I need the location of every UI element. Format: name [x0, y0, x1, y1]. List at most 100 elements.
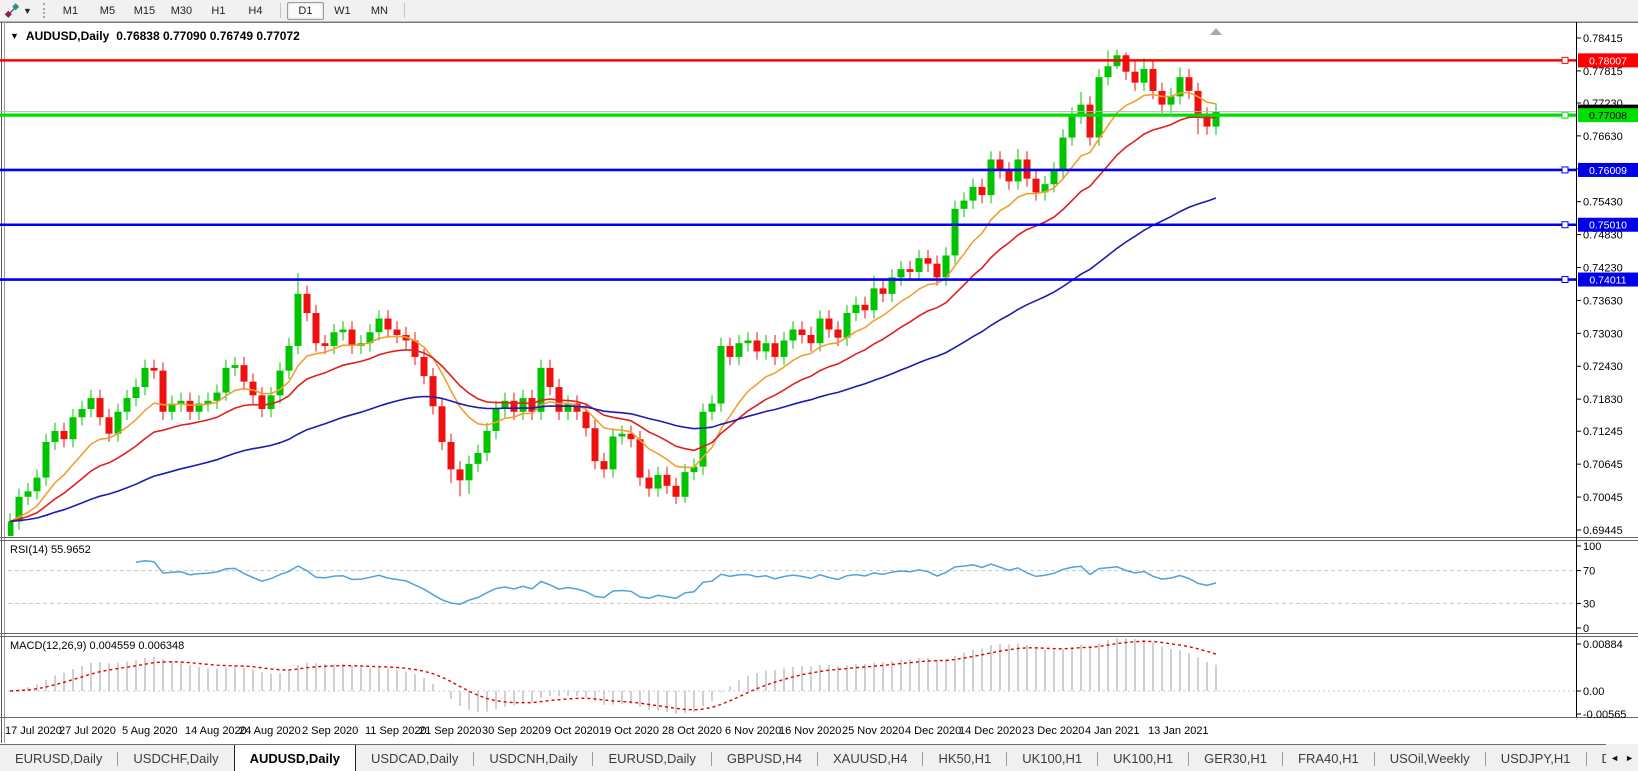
svg-text:0.72430: 0.72430: [1583, 361, 1623, 373]
svg-text:0.75430: 0.75430: [1583, 197, 1623, 209]
tab-ger30-h1[interactable]: GER30,H1: [1189, 745, 1282, 771]
svg-text:21 Sep 2020: 21 Sep 2020: [419, 725, 481, 737]
tab-usdchf-daily[interactable]: USDCHF,Daily: [118, 745, 233, 771]
chart-title: ▼ AUDUSD,Daily 0.76838 0.77090 0.76749 0…: [10, 29, 300, 43]
svg-text:0.77008: 0.77008: [1589, 110, 1627, 122]
svg-text:4 Dec 2020: 4 Dec 2020: [905, 725, 961, 737]
macd-pane: 0.00884 0.00 -0.00565: [8, 638, 1626, 721]
svg-text:0.71830: 0.71830: [1583, 394, 1623, 406]
tab-eurusd-daily[interactable]: EURUSD,Daily: [593, 745, 710, 771]
svg-text:23 Dec 2020: 23 Dec 2020: [1022, 725, 1084, 737]
hlines-layer[interactable]: [0, 56, 1576, 284]
tab-uk100-h1[interactable]: UK100,H1: [1098, 745, 1188, 771]
tab-fra40-h1[interactable]: FRA40,H1: [1283, 745, 1374, 771]
svg-text:0.69445: 0.69445: [1583, 525, 1623, 537]
svg-text:24 Aug 2020: 24 Aug 2020: [239, 725, 301, 737]
price-tags: 0.770720.780070.770080.760090.750100.740…: [1578, 53, 1638, 287]
svg-text:70: 70: [1583, 566, 1595, 578]
svg-text:0: 0: [1583, 623, 1589, 635]
rsi-pane: 100 70 30 0: [8, 541, 1601, 635]
hline-handle[interactable]: [1561, 111, 1569, 119]
svg-text:0.73030: 0.73030: [1583, 328, 1623, 340]
chart-objects-button[interactable]: ▼: [0, 2, 36, 19]
main-plot[interactable]: [7, 49, 1220, 546]
trading-app-window: ▼ M1 M5 M15 M30 H1 H4 D1 W1 MN 0.78415 0.77815 0.7…: [0, 0, 1638, 771]
timeframe-h1-button[interactable]: H1: [200, 2, 237, 20]
timeframe-d1-button[interactable]: D1: [286, 1, 324, 20]
svg-text:0.70645: 0.70645: [1583, 459, 1623, 471]
svg-text:27 Jul 2020: 27 Jul 2020: [59, 725, 116, 737]
svg-text:30 Sep 2020: 30 Sep 2020: [482, 725, 544, 737]
tab-usoil-weekly[interactable]: USOil,Weekly: [1375, 745, 1485, 771]
svg-text:0.74011: 0.74011: [1589, 275, 1626, 287]
svg-text:5 Aug 2020: 5 Aug 2020: [122, 725, 178, 737]
svg-text:0.76630: 0.76630: [1583, 131, 1623, 143]
toolbar-separator: [403, 3, 405, 18]
svg-text:0.00: 0.00: [1583, 686, 1604, 698]
tab-audusd-daily[interactable]: AUDUSD,Daily: [233, 745, 356, 771]
svg-text:4 Jan 2021: 4 Jan 2021: [1085, 725, 1139, 737]
chart-ohlc-values: 0.76838 0.77090 0.76749 0.77072: [116, 29, 300, 43]
svg-text:25 Nov 2020: 25 Nov 2020: [842, 725, 904, 737]
svg-text:0.75010: 0.75010: [1589, 220, 1627, 232]
svg-text:0.70045: 0.70045: [1583, 492, 1623, 504]
svg-text:100: 100: [1583, 541, 1601, 553]
tab-usdcad-daily[interactable]: USDCAD,Daily: [356, 745, 473, 771]
tab-usdjpy-h1[interactable]: USDJPY,H1: [1486, 745, 1586, 771]
chart-objects-icon: [4, 2, 20, 18]
svg-text:19 Oct 2020: 19 Oct 2020: [599, 725, 659, 737]
svg-text:16 Nov 2020: 16 Nov 2020: [779, 725, 841, 737]
candles-layer: [8, 49, 1220, 536]
tab-hk50-h1[interactable]: HK50,H1: [923, 745, 1006, 771]
timeframe-mn-button[interactable]: MN: [361, 2, 398, 20]
chart-shift-marker-icon[interactable]: [1210, 28, 1222, 35]
tab-usdcnh-daily[interactable]: USDCNH,Daily: [474, 745, 592, 771]
svg-text:14 Dec 2020: 14 Dec 2020: [959, 725, 1021, 737]
hline-handle[interactable]: [1561, 56, 1569, 64]
svg-text:17 Jul 2020: 17 Jul 2020: [5, 725, 62, 737]
rsi-line: [135, 560, 1217, 605]
svg-text:0.73630: 0.73630: [1583, 295, 1623, 307]
svg-text:0.76009: 0.76009: [1589, 165, 1627, 177]
timeframe-m1-button[interactable]: M1: [52, 2, 89, 20]
svg-text:0.71245: 0.71245: [1583, 426, 1623, 438]
date-axis: 17 Jul 202027 Jul 2020 5 Aug 2020 14 Aug 2…: [5, 725, 1209, 737]
tab-gbpusd-h4[interactable]: GBPUSD,H4: [712, 745, 817, 771]
top-toolbar: ▼ M1 M5 M15 M30 H1 H4 D1 W1 MN: [0, 0, 1638, 22]
svg-text:2 Sep 2020: 2 Sep 2020: [302, 725, 358, 737]
svg-text:6 Nov 2020: 6 Nov 2020: [725, 725, 781, 737]
timeframe-buttons: M1 M5 M15 M30 H1 H4 D1 W1 MN: [52, 1, 411, 20]
svg-text:-0.00565: -0.00565: [1583, 709, 1626, 721]
svg-text:14 Aug 2020: 14 Aug 2020: [185, 725, 247, 737]
hline-handle[interactable]: [1561, 221, 1569, 229]
svg-text:0.00884: 0.00884: [1583, 639, 1623, 651]
timeframe-h4-button[interactable]: H4: [237, 2, 274, 20]
hline-handle[interactable]: [1561, 166, 1569, 174]
tab-uk100-h1[interactable]: UK100,H1: [1007, 745, 1097, 771]
svg-text:11 Sep 2020: 11 Sep 2020: [365, 725, 427, 737]
chart-svg[interactable]: 0.784150.778150.772300.766300.760300.754…: [0, 22, 1638, 744]
svg-text:0.78007: 0.78007: [1589, 55, 1627, 67]
toolbar-grip[interactable]: [42, 3, 45, 18]
hline-handle[interactable]: [1561, 276, 1569, 284]
tabs-scroll-arrows: ◄ ►: [1606, 744, 1638, 771]
macd-histogram: [18, 638, 1217, 715]
tab-xauusd-h4[interactable]: XAUUSD,H4: [818, 745, 922, 771]
tab-eurusd-daily[interactable]: EURUSD,Daily: [0, 745, 117, 771]
chart-window: 0.784150.778150.772300.766300.760300.754…: [0, 22, 1638, 744]
svg-text:0.78415: 0.78415: [1583, 33, 1623, 45]
svg-text:0.77815: 0.77815: [1583, 66, 1623, 78]
chart-title-symbol: AUDUSD,Daily: [25, 29, 110, 43]
timeframe-m15-button[interactable]: M15: [126, 2, 163, 20]
chart-tabs-bar: EURUSD,Daily USDCHF,Daily AUDUSD,Daily USDC…: [0, 744, 1638, 771]
timeframe-m30-button[interactable]: M30: [163, 2, 200, 20]
svg-text:28 Oct 2020: 28 Oct 2020: [662, 725, 722, 737]
tabs-scroll-right-button[interactable]: ►: [1625, 753, 1634, 763]
svg-text:9 Oct 2020: 9 Oct 2020: [545, 725, 599, 737]
chart-title-dropdown-icon[interactable]: ▼: [10, 31, 19, 41]
timeframe-m5-button[interactable]: M5: [89, 2, 126, 20]
svg-text:30: 30: [1583, 598, 1595, 610]
tabs-scroll-left-button[interactable]: ◄: [1610, 753, 1619, 763]
macd-indicator-label: MACD(12,26,9) 0.004559 0.006348: [10, 640, 185, 652]
timeframe-w1-button[interactable]: W1: [324, 2, 361, 20]
